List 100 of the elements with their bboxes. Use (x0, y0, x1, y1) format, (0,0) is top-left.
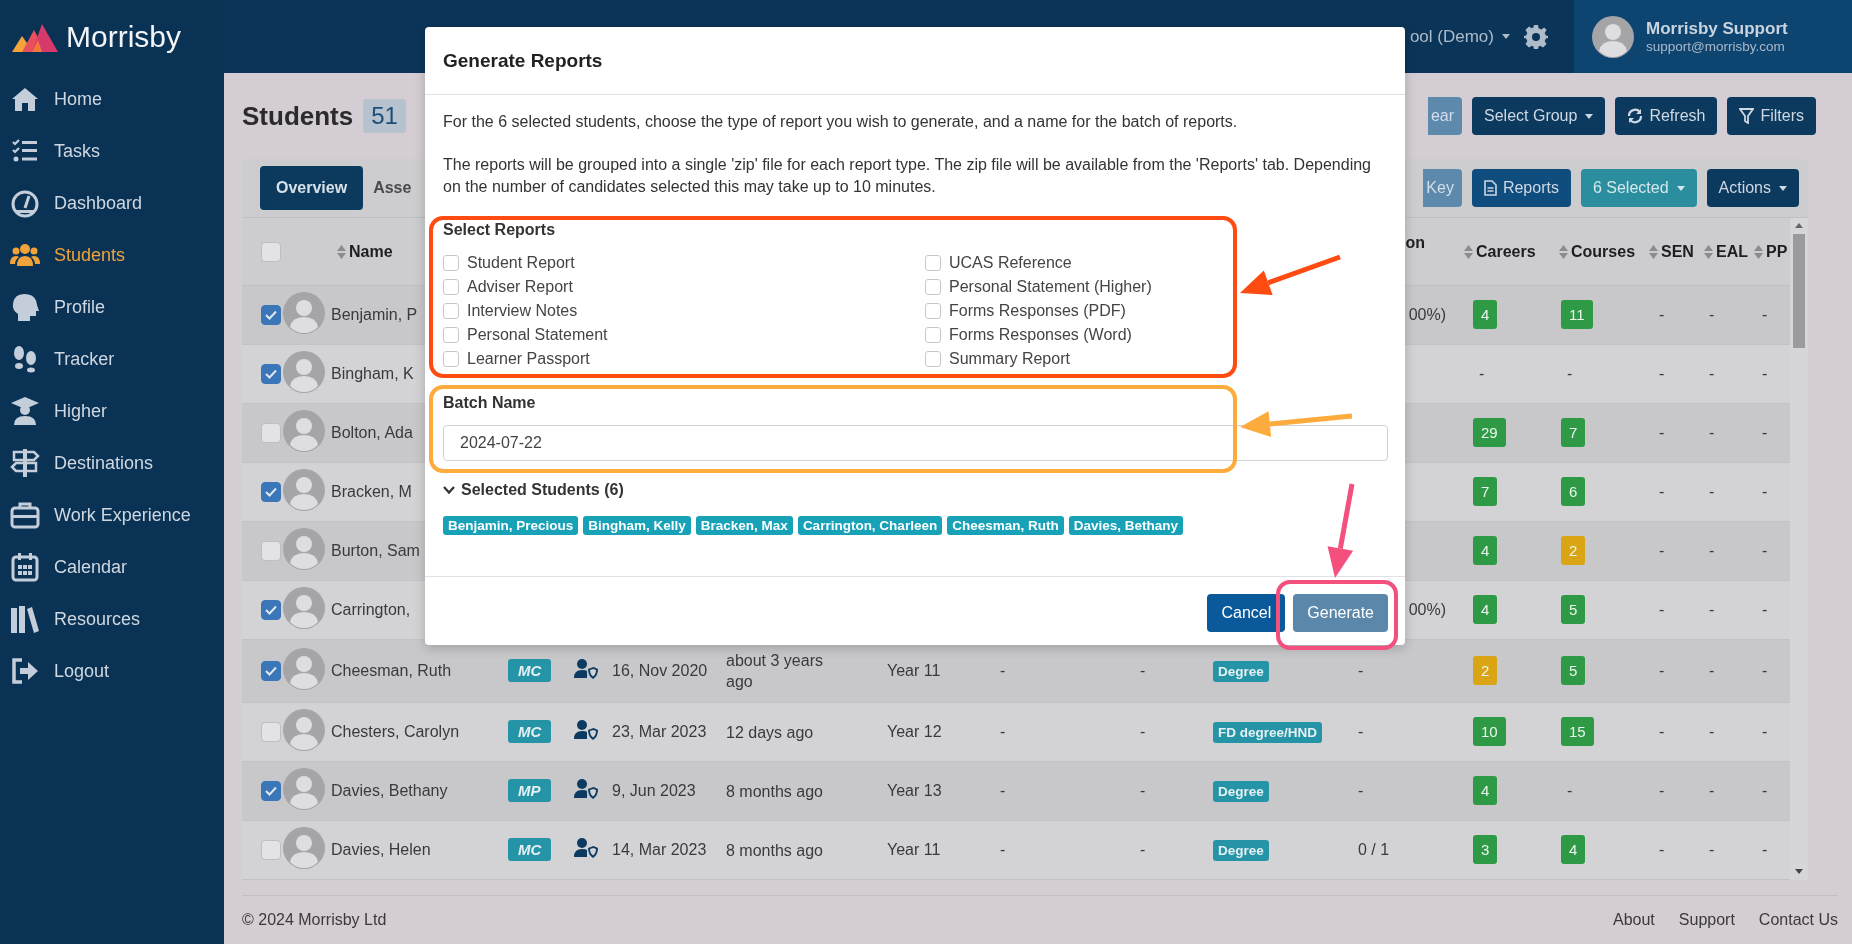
column-header[interactable]: SEN (1661, 242, 1694, 261)
report-option[interactable]: Personal Statement (443, 323, 925, 347)
toolbar-button[interactable]: Filters (1727, 97, 1816, 135)
column-header[interactable]: Courses (1571, 242, 1636, 261)
report-checkbox[interactable] (925, 303, 941, 319)
nav-item[interactable]: Students (0, 229, 224, 281)
table-cell: - (1762, 365, 1768, 382)
toolbar-button[interactable]: Refresh (1615, 97, 1718, 135)
generate-button[interactable]: Generate (1293, 594, 1388, 632)
column-header[interactable]: EAL (1716, 242, 1748, 261)
footer-link[interactable]: About (1613, 911, 1655, 929)
report-checkbox[interactable] (443, 255, 459, 271)
report-option[interactable]: Learner Passport (443, 347, 925, 371)
report-checkbox[interactable] (443, 351, 459, 367)
footer-link[interactable]: Contact Us (1758, 911, 1838, 929)
nav-item[interactable]: Tracker (0, 333, 224, 385)
report-option[interactable]: UCAS Reference (925, 251, 1388, 275)
student-name[interactable]: Chesters, Carolyn (331, 723, 460, 740)
sort-icon[interactable] (337, 244, 346, 259)
row-checkbox[interactable] (261, 364, 281, 384)
student-name[interactable]: Cheesman, Ruth (331, 662, 452, 679)
scrollbar-thumb[interactable] (1793, 234, 1805, 348)
nav-item[interactable]: Work Experience (0, 489, 224, 541)
toolbar-button[interactable]: Actions (1706, 169, 1799, 207)
row-checkbox[interactable] (261, 722, 281, 742)
nav-item[interactable]: Calendar (0, 541, 224, 593)
nav-item[interactable]: Resources (0, 593, 224, 645)
nav-item[interactable]: Tasks (0, 125, 224, 177)
qualification-tag: FD degree/HND (1213, 722, 1322, 743)
type-badge: MC (508, 838, 552, 861)
tab[interactable]: Overview (260, 166, 364, 210)
settings-icon[interactable] (1524, 24, 1548, 49)
report-checkbox[interactable] (443, 303, 459, 319)
nav-item[interactable]: Dashboard (0, 177, 224, 229)
row-checkbox[interactable] (261, 781, 281, 801)
report-checkbox[interactable] (443, 327, 459, 343)
toolbar-button[interactable]: Select Group (1472, 97, 1606, 135)
student-name[interactable]: Davies, Bethany (331, 782, 448, 799)
scroll-up-icon[interactable] (1795, 223, 1803, 228)
selected-students-toggle[interactable]: Selected Students (6) (443, 479, 1388, 501)
report-checkbox[interactable] (925, 351, 941, 367)
report-option[interactable]: Personal Statement (Higher) (925, 275, 1388, 299)
report-option[interactable]: Forms Responses (Word) (925, 323, 1388, 347)
report-checkbox[interactable] (925, 327, 941, 343)
report-option[interactable]: Student Report (443, 251, 925, 275)
column-header[interactable]: on (1405, 234, 1425, 252)
sort-icon[interactable] (1704, 244, 1713, 259)
student-tag: Bingham, Kelly (583, 516, 691, 535)
table-cell: - (1659, 365, 1665, 382)
user-shield-icon[interactable] (574, 838, 598, 858)
user-shield-icon[interactable] (574, 720, 598, 740)
tab[interactable]: Asse (373, 166, 412, 210)
student-name[interactable]: Davies, Helen (331, 841, 431, 858)
column-header[interactable]: Careers (1476, 242, 1536, 261)
user-shield-icon[interactable] (574, 779, 598, 799)
user-menu[interactable]: Morrisby Support support@morrisby.com (1574, 0, 1852, 73)
toolbar-button[interactable]: Reports (1471, 169, 1571, 207)
sort-icon[interactable] (1559, 244, 1568, 259)
nav-item[interactable]: Destinations (0, 437, 224, 489)
row-checkbox[interactable] (261, 600, 281, 620)
student-name[interactable]: Bingham, K (331, 365, 414, 382)
sort-icon[interactable] (1649, 244, 1658, 259)
cancel-button[interactable]: Cancel (1207, 594, 1286, 632)
nav-item[interactable]: Logout (0, 645, 224, 697)
sort-icon[interactable] (1464, 244, 1473, 259)
nav-item[interactable]: Home (0, 73, 224, 125)
school-selector[interactable]: ool (Demo) (1409, 26, 1510, 47)
student-name[interactable]: Burton, Sam (331, 542, 420, 559)
row-checkbox[interactable] (261, 541, 281, 561)
user-shield-icon[interactable] (574, 659, 598, 679)
report-option[interactable]: Adviser Report (443, 275, 925, 299)
row-checkbox[interactable] (261, 840, 281, 860)
report-option[interactable]: Summary Report (925, 347, 1388, 371)
select-all-checkbox[interactable] (261, 241, 281, 262)
batch-name-field[interactable]: 2024-07-22 (443, 425, 1388, 461)
report-option[interactable]: Interview Notes (443, 299, 925, 323)
report-checkbox[interactable] (925, 279, 941, 295)
student-name[interactable]: Carrington, (331, 601, 411, 618)
scroll-down-icon[interactable] (1795, 869, 1803, 874)
row-checkbox[interactable] (261, 661, 281, 681)
table-cell: 8 months ago (726, 841, 823, 859)
report-checkbox[interactable] (925, 255, 941, 271)
student-name[interactable]: Bracken, M (331, 483, 412, 500)
table-cell: - (1762, 841, 1768, 858)
student-count: 51 (363, 99, 406, 133)
column-header[interactable]: PP (1766, 242, 1788, 261)
sort-icon[interactable] (1754, 244, 1763, 259)
row-checkbox[interactable] (261, 482, 281, 502)
student-name[interactable]: Benjamin, P (331, 306, 418, 323)
student-name[interactable]: Bolton, Ada (331, 424, 413, 441)
report-checkbox[interactable] (443, 279, 459, 295)
nav-item[interactable]: Higher (0, 385, 224, 437)
nav-item[interactable]: Profile (0, 281, 224, 333)
row-checkbox[interactable] (261, 305, 281, 325)
row-checkbox[interactable] (261, 423, 281, 443)
report-option[interactable]: Forms Responses (PDF) (925, 299, 1388, 323)
column-header[interactable]: Name (349, 242, 393, 261)
table-cell: 0 / 1 (1358, 841, 1390, 858)
footer-link[interactable]: Support (1678, 911, 1735, 929)
scrollbar[interactable] (1790, 218, 1808, 880)
